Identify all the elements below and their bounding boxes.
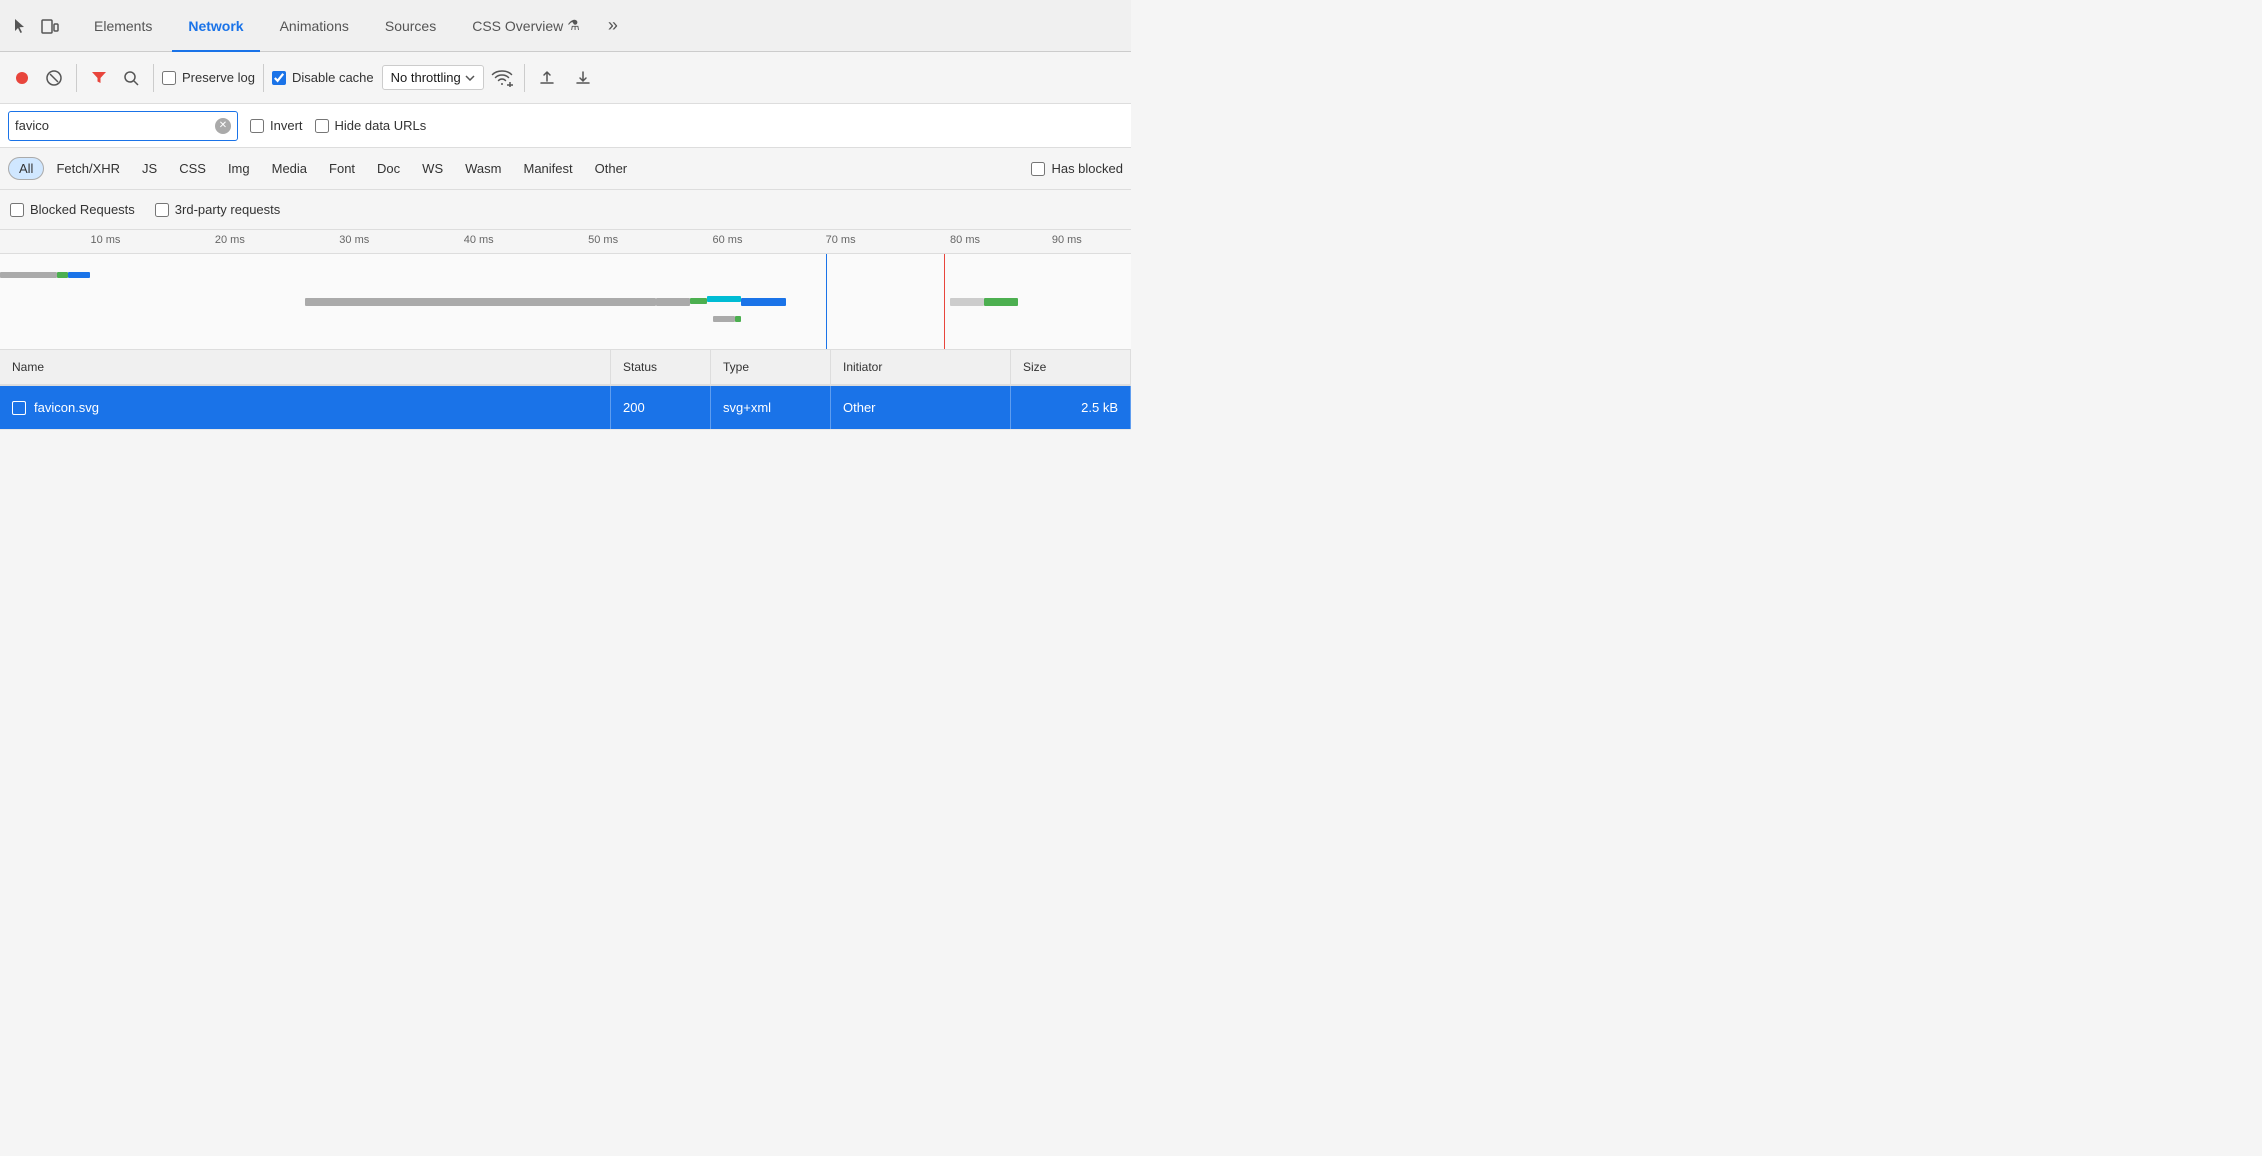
disable-cache-label[interactable]: Disable cache	[272, 70, 374, 85]
record-button[interactable]	[8, 64, 36, 92]
timeline-blue-line	[826, 254, 827, 350]
filter-type-row: All Fetch/XHR JS CSS Img Media Font Doc …	[0, 148, 1131, 190]
hide-data-urls-checkbox[interactable]	[315, 119, 329, 133]
timeline-bar-2	[57, 272, 68, 278]
timeline-bar-6	[690, 298, 707, 304]
timeline-bar-4	[305, 298, 656, 306]
tick-80ms: 80 ms	[950, 234, 980, 246]
has-blocked-checkbox[interactable]	[1031, 162, 1045, 176]
css-overview-icon: ⚗	[567, 17, 580, 34]
th-name[interactable]: Name	[0, 350, 611, 384]
filter-all[interactable]: All	[8, 157, 44, 180]
disable-cache-checkbox[interactable]	[272, 71, 286, 85]
tab-more-button[interactable]: »	[600, 0, 626, 52]
network-toolbar: Preserve log Disable cache No throttling	[0, 52, 1131, 104]
preserve-log-checkbox[interactable]	[162, 71, 176, 85]
timeline-bar-3	[68, 272, 91, 278]
tab-elements[interactable]: Elements	[78, 0, 168, 52]
filter-font[interactable]: Font	[319, 158, 365, 179]
table-row[interactable]: favicon.svg 200 svg+xml Other 2.5 kB	[0, 386, 1131, 430]
timeline-bar-1	[0, 272, 57, 278]
td-name: favicon.svg	[0, 386, 611, 429]
th-status[interactable]: Status	[611, 350, 711, 384]
blocked-requests-checkbox[interactable]	[10, 203, 24, 217]
clear-button[interactable]	[40, 64, 68, 92]
filter-wasm[interactable]: Wasm	[455, 158, 511, 179]
timeline-bar-9	[713, 316, 736, 322]
invert-label[interactable]: Invert	[250, 118, 303, 133]
filter-css[interactable]: CSS	[169, 158, 216, 179]
search-input[interactable]	[15, 118, 215, 133]
divider-3	[263, 64, 264, 92]
timeline-bar-10	[735, 316, 741, 322]
timeline-ruler: 10 ms 20 ms 30 ms 40 ms 50 ms 60 ms 70 m…	[0, 230, 1131, 254]
divider-1	[76, 64, 77, 92]
divider-4	[524, 64, 525, 92]
timeline-bar-12	[984, 298, 1018, 306]
filter-media[interactable]: Media	[262, 158, 317, 179]
timeline-bar-11	[950, 298, 984, 306]
tab-bar: Elements Network Animations Sources CSS …	[0, 0, 1131, 52]
timeline-red-line	[944, 254, 945, 350]
device-toggle-icon[interactable]	[38, 14, 62, 38]
tick-10ms: 10 ms	[90, 234, 120, 246]
throttling-selector[interactable]: No throttling	[382, 65, 484, 90]
td-type: svg+xml	[711, 386, 831, 429]
td-initiator: Other	[831, 386, 1011, 429]
filter-ws[interactable]: WS	[412, 158, 453, 179]
import-export-controls	[533, 64, 597, 92]
tick-60ms: 60 ms	[713, 234, 743, 246]
row-checkbox[interactable]	[12, 401, 26, 415]
tab-css-overview[interactable]: CSS Overview ⚗	[456, 0, 596, 52]
search-input-wrap: ✕	[8, 111, 238, 141]
filter-img[interactable]: Img	[218, 158, 260, 179]
chevron-down-icon	[465, 75, 475, 81]
hide-data-urls-label[interactable]: Hide data URLs	[315, 118, 427, 133]
timeline: 10 ms 20 ms 30 ms 40 ms 50 ms 60 ms 70 m…	[0, 230, 1131, 350]
tick-50ms: 50 ms	[588, 234, 618, 246]
tab-sources[interactable]: Sources	[369, 0, 452, 52]
devtools-icons	[8, 14, 62, 38]
clear-search-button[interactable]: ✕	[215, 118, 231, 134]
block-row: Blocked Requests 3rd-party requests	[0, 190, 1131, 230]
tick-20ms: 20 ms	[215, 234, 245, 246]
td-status: 200	[611, 386, 711, 429]
has-blocked-label[interactable]: Has blocked	[1031, 161, 1123, 176]
blocked-requests-label[interactable]: Blocked Requests	[10, 202, 135, 217]
tab-animations[interactable]: Animations	[264, 0, 365, 52]
timeline-bar-7	[707, 296, 741, 302]
third-party-label[interactable]: 3rd-party requests	[155, 202, 281, 217]
timeline-content	[0, 254, 1131, 350]
td-size: 2.5 kB	[1011, 386, 1131, 429]
timeline-bar-8	[741, 298, 786, 306]
filter-fetch-xhr[interactable]: Fetch/XHR	[46, 158, 130, 179]
tick-30ms: 30 ms	[339, 234, 369, 246]
table-header: Name Status Type Initiator Size	[0, 350, 1131, 386]
timeline-bar-5	[656, 298, 690, 306]
filter-button[interactable]	[85, 64, 113, 92]
tick-90ms: 90 ms	[1052, 234, 1082, 246]
th-size[interactable]: Size	[1011, 350, 1131, 384]
search-row: ✕ Invert Hide data URLs	[0, 104, 1131, 148]
filter-manifest[interactable]: Manifest	[513, 158, 582, 179]
third-party-checkbox[interactable]	[155, 203, 169, 217]
upload-button[interactable]	[533, 64, 561, 92]
th-initiator[interactable]: Initiator	[831, 350, 1011, 384]
preserve-log-label[interactable]: Preserve log	[162, 70, 255, 85]
filter-doc[interactable]: Doc	[367, 158, 410, 179]
filter-other[interactable]: Other	[585, 158, 638, 179]
tick-70ms: 70 ms	[826, 234, 856, 246]
divider-2	[153, 64, 154, 92]
filter-js[interactable]: JS	[132, 158, 167, 179]
network-conditions-icon[interactable]	[488, 64, 516, 92]
invert-checkbox[interactable]	[250, 119, 264, 133]
download-button[interactable]	[569, 64, 597, 92]
cursor-icon[interactable]	[8, 14, 32, 38]
tick-40ms: 40 ms	[464, 234, 494, 246]
tab-network[interactable]: Network	[172, 0, 259, 52]
search-button[interactable]	[117, 64, 145, 92]
th-type[interactable]: Type	[711, 350, 831, 384]
